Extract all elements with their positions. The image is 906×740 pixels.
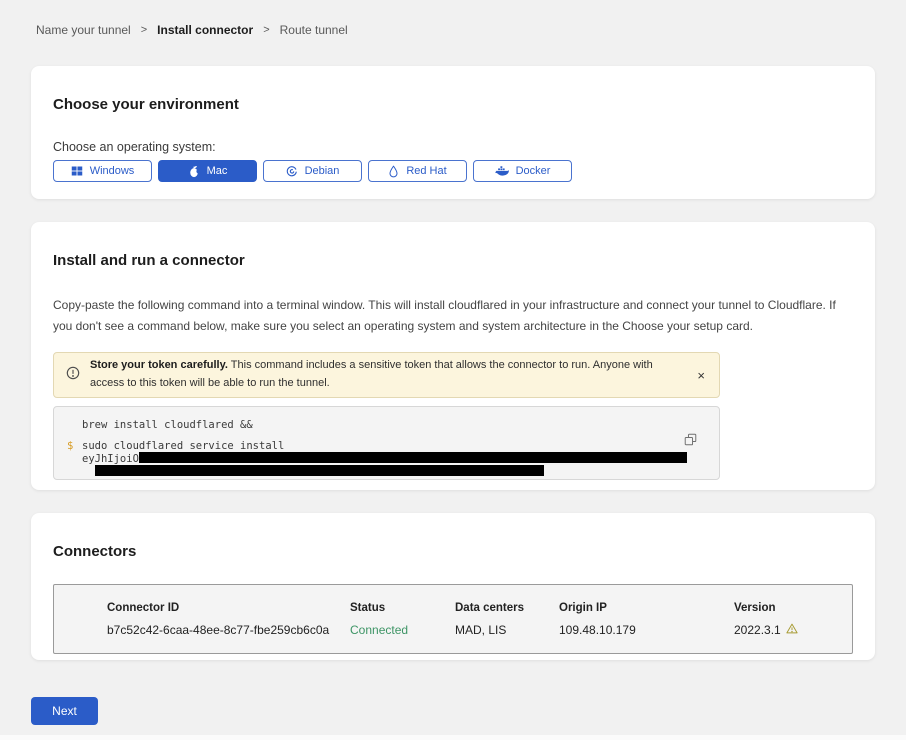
token-warning-banner: Store your token carefully. This command…	[53, 352, 720, 398]
col-header-version: Version	[734, 602, 852, 614]
install-card-title: Install and run a connector	[53, 252, 853, 269]
redhat-icon	[388, 165, 399, 178]
os-button-label: Windows	[90, 165, 135, 177]
warning-message: Store your token carefully. This command…	[90, 357, 685, 392]
breadcrumb-separator: >	[141, 24, 147, 36]
breadcrumb-route-tunnel[interactable]: Route tunnel	[280, 23, 348, 37]
install-description: Copy-paste the following command into a …	[53, 295, 848, 337]
apple-icon	[188, 165, 200, 178]
col-header-status: Status	[350, 602, 455, 614]
tunnel-setup-page: Name your tunnel > Install connector > R…	[0, 0, 906, 740]
breadcrumb: Name your tunnel > Install connector > R…	[0, 0, 906, 37]
connectors-table: Connector ID Status Data centers Origin …	[53, 584, 853, 654]
status-badge: Connected	[350, 623, 455, 637]
os-select-label: Choose an operating system:	[53, 140, 853, 154]
token-redaction-bar	[139, 452, 687, 463]
col-header-connector-id: Connector ID	[107, 602, 350, 614]
token-prefix: eyJhIjoiO	[82, 453, 139, 465]
alert-circle-icon	[66, 366, 80, 385]
col-header-data-centers: Data centers	[455, 602, 559, 614]
os-button-label: Docker	[516, 165, 551, 177]
os-button-label: Red Hat	[406, 165, 446, 177]
breadcrumb-separator: >	[263, 24, 269, 36]
os-button-group: Windows Mac	[53, 160, 853, 182]
warning-triangle-icon	[786, 623, 798, 637]
os-button-label: Debian	[305, 165, 340, 177]
col-header-origin-ip: Origin IP	[559, 602, 734, 614]
copy-icon[interactable]	[684, 433, 697, 449]
os-button-docker[interactable]: Docker	[473, 160, 572, 182]
connectors-card-title: Connectors	[53, 543, 853, 560]
data-centers-value: MAD, LIS	[455, 623, 559, 637]
code-line-brew: brew install cloudflared &&	[82, 419, 705, 431]
docker-whale-icon	[495, 165, 509, 177]
choose-environment-card: Choose your environment Choose an operat…	[31, 66, 875, 199]
environment-card-title: Choose your environment	[53, 96, 853, 113]
os-button-debian[interactable]: Debian	[263, 160, 362, 182]
os-button-windows[interactable]: Windows	[53, 160, 152, 182]
breadcrumb-install-connector[interactable]: Install connector	[157, 23, 253, 37]
os-button-label: Mac	[207, 165, 228, 177]
version-value: 2022.3.1	[734, 623, 781, 637]
warning-bold: Store your token carefully.	[90, 359, 228, 371]
code-line-sudo: sudo cloudflared service install	[82, 440, 284, 452]
bottom-strip	[0, 735, 906, 740]
os-button-redhat[interactable]: Red Hat	[368, 160, 467, 182]
close-icon[interactable]: ×	[695, 369, 707, 382]
breadcrumb-name-your-tunnel[interactable]: Name your tunnel	[36, 23, 131, 37]
origin-ip-value: 109.48.10.179	[559, 623, 734, 637]
shell-prompt: $	[67, 440, 82, 452]
windows-icon	[71, 165, 83, 177]
install-command-codeblock: brew install cloudflared && $ sudo cloud…	[53, 406, 720, 480]
install-connector-card: Install and run a connector Copy-paste t…	[31, 222, 875, 490]
next-button[interactable]: Next	[31, 697, 98, 725]
token-redaction-bar	[95, 465, 544, 476]
connector-id-value: b7c52c42-6caa-48ee-8c77-fbe259cb6c0a	[107, 623, 350, 637]
debian-swirl-icon	[286, 165, 298, 177]
connectors-card: Connectors Connector ID Status Data cent…	[31, 513, 875, 660]
os-button-mac[interactable]: Mac	[158, 160, 257, 182]
